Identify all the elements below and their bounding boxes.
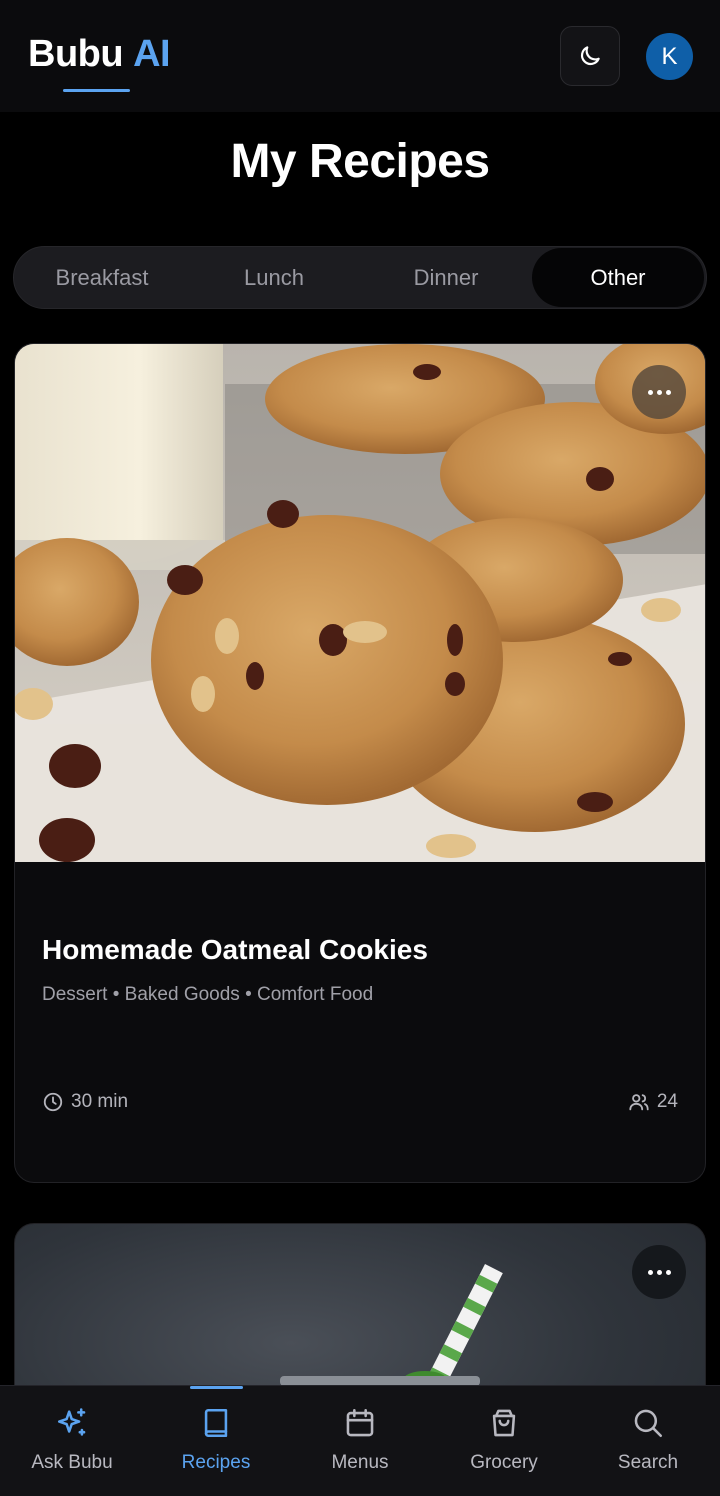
recipe-servings: 24 xyxy=(628,1091,678,1113)
app-root: Bubu AI K My Recipes Breakfast Lunch Dinn… xyxy=(0,0,720,1496)
page-title: My Recipes xyxy=(230,135,490,188)
recipe-time-value: 30 min xyxy=(71,1091,129,1112)
recipe-servings-value: 24 xyxy=(656,1091,678,1112)
tab-dinner[interactable]: Dinner xyxy=(360,248,532,307)
nav-ask-bubu[interactable]: Ask Bubu xyxy=(0,1386,144,1496)
users-icon xyxy=(629,1094,649,1111)
recipe-card[interactable]: Homemade Oatmeal Cookies Dessert • Baked… xyxy=(14,343,706,1183)
nav-grocery[interactable]: Grocery xyxy=(432,1386,576,1496)
book-icon xyxy=(204,1408,228,1438)
top-bar: Bubu AI K xyxy=(0,0,720,112)
recipe-more-button[interactable] xyxy=(632,365,686,419)
calendar-icon xyxy=(346,1408,374,1437)
brand-logo[interactable]: Bubu AI xyxy=(28,33,171,76)
recipe-time: 30 min xyxy=(42,1091,128,1113)
avatar[interactable]: K xyxy=(646,33,693,80)
tab-other[interactable]: Other xyxy=(532,248,704,307)
nav-label: Ask Bubu xyxy=(31,1452,113,1473)
nav-search[interactable]: Search xyxy=(576,1386,720,1496)
nav-label: Search xyxy=(617,1452,679,1473)
sparkle-icon xyxy=(57,1408,86,1436)
category-tabs: Breakfast Lunch Dinner Other xyxy=(13,246,707,309)
recipe-tags: Dessert • Baked Goods • Comfort Food xyxy=(42,984,374,1005)
nav-label: Grocery xyxy=(470,1452,538,1473)
nav-label: Menus xyxy=(331,1452,389,1473)
clock-icon xyxy=(43,1092,63,1112)
tab-lunch[interactable]: Lunch xyxy=(188,248,360,307)
shopping-bag-icon xyxy=(492,1409,516,1437)
theme-toggle-button[interactable] xyxy=(560,26,620,86)
nav-recipes[interactable]: Recipes xyxy=(144,1386,288,1496)
more-dots-icon xyxy=(647,1269,671,1275)
oatmeal-cookies-photo xyxy=(15,344,705,862)
nav-menus[interactable]: Menus xyxy=(288,1386,432,1496)
search-icon xyxy=(634,1409,663,1438)
moon-icon xyxy=(580,46,600,66)
recipe-title: Homemade Oatmeal Cookies xyxy=(42,934,428,965)
bottom-navigation: Ask Bubu Recipes Menus Grocery Search xyxy=(0,1385,720,1496)
tab-breakfast[interactable]: Breakfast xyxy=(16,248,188,307)
brand-underline xyxy=(63,89,130,92)
active-indicator xyxy=(190,1386,243,1389)
more-dots-icon xyxy=(647,389,671,395)
brand-ai: AI xyxy=(133,33,171,75)
brand-name: Bubu xyxy=(28,33,124,75)
nav-label: Recipes xyxy=(181,1452,251,1473)
recipe-more-button[interactable] xyxy=(632,1245,686,1299)
